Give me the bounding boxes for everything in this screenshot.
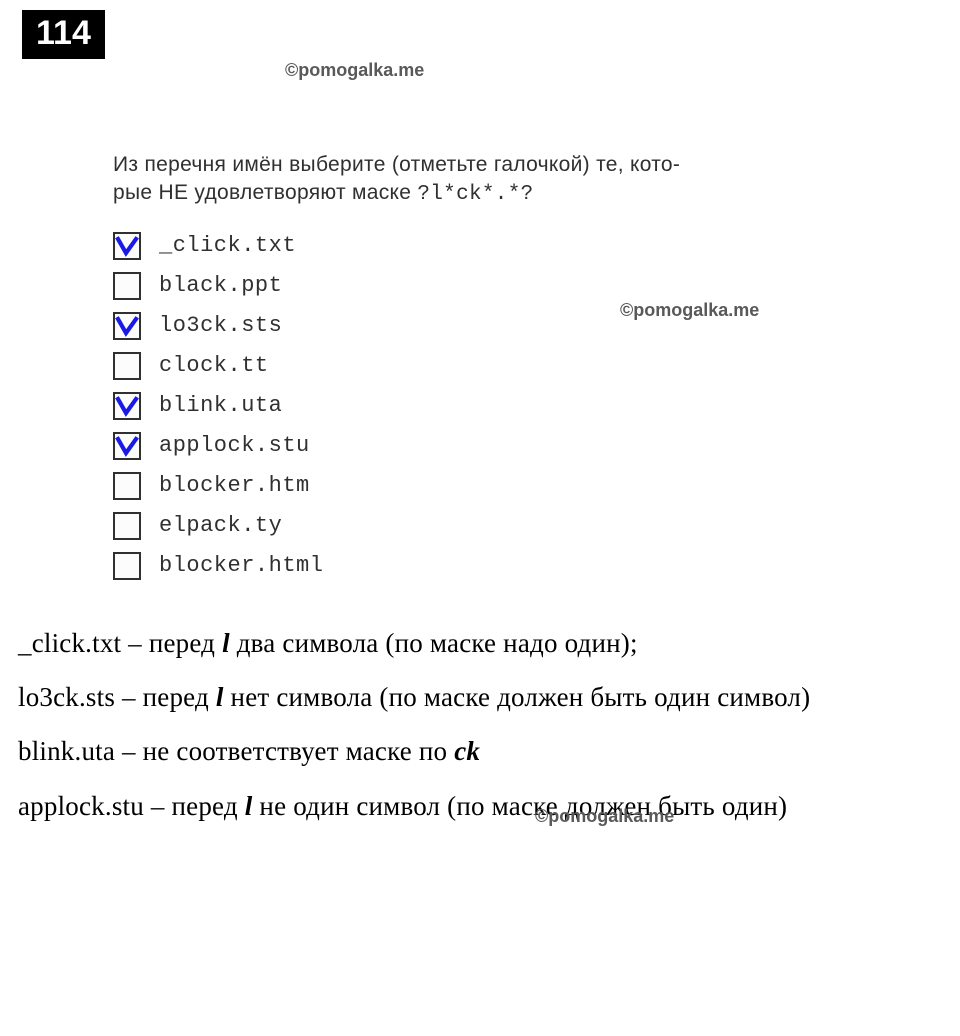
option-label: clock.tt <box>159 353 269 378</box>
explanation-prefix: lo3ck.sts – перед <box>18 682 216 712</box>
checkbox[interactable] <box>113 392 141 420</box>
explanation-prefix: applock.stu – перед <box>18 791 245 821</box>
checkmark-icon <box>115 314 139 338</box>
checkmark-icon <box>115 234 139 258</box>
option-row: _click.txt <box>113 232 713 260</box>
explanation-suffix: два символа (по маске надо один); <box>230 628 638 658</box>
mask-code: ?l*ck*.*? <box>417 183 533 206</box>
explanations-block: _click.txt – перед l два символа (по мас… <box>18 624 942 825</box>
explanation-line: blink.uta – не соответствует маске по ck <box>18 732 942 770</box>
explanation-prefix: blink.uta – не соответствует маске по <box>18 736 454 766</box>
explanation-suffix: нет символа (по маске должен быть один с… <box>224 682 811 712</box>
option-row: black.ppt <box>113 272 713 300</box>
option-row: applock.stu <box>113 432 713 460</box>
watermark-mid: ©pomogalka.me <box>620 300 759 321</box>
option-row: clock.tt <box>113 352 713 380</box>
page: 114 ©pomogalka.me ©pomogalka.me ©pomogal… <box>0 0 960 1036</box>
explanation-line: lo3ck.sts – перед l нет символа (по маск… <box>18 678 942 716</box>
question-block: Из перечня имён выберите (отметьте галоч… <box>113 151 713 580</box>
question-text: Из перечня имён выберите (отметьте галоч… <box>113 151 713 210</box>
explanation-emphasis: ck <box>454 736 480 766</box>
option-label: black.ppt <box>159 273 282 298</box>
checkmark-icon <box>115 434 139 458</box>
option-label: blocker.html <box>159 553 323 578</box>
checkbox[interactable] <box>113 432 141 460</box>
checkbox[interactable] <box>113 272 141 300</box>
explanation-emphasis: l <box>216 682 224 712</box>
option-label: elpack.ty <box>159 513 282 538</box>
option-row: blink.uta <box>113 392 713 420</box>
options-list: _click.txt black.ppt lo3ck.sts clock.tt blin… <box>113 232 713 580</box>
explanation-prefix: _click.txt – перед <box>18 628 222 658</box>
checkmark-icon <box>115 394 139 418</box>
option-label: lo3ck.sts <box>159 313 282 338</box>
option-label: blink.uta <box>159 393 282 418</box>
option-row: blocker.html <box>113 552 713 580</box>
watermark-bottom: ©pomogalka.me <box>535 806 674 827</box>
question-line-2-prefix: рые НЕ удовлетворяют маске <box>113 181 417 204</box>
watermark-top: ©pomogalka.me <box>285 60 424 81</box>
explanation-line: _click.txt – перед l два символа (по мас… <box>18 624 942 662</box>
option-label: _click.txt <box>159 233 296 258</box>
option-label: applock.stu <box>159 433 310 458</box>
option-label: blocker.htm <box>159 473 310 498</box>
checkbox[interactable] <box>113 352 141 380</box>
option-row: blocker.htm <box>113 472 713 500</box>
explanation-suffix: не один символ (по маске должен быть оди… <box>252 791 787 821</box>
checkbox[interactable] <box>113 552 141 580</box>
explanation-line: applock.stu – перед l не один символ (по… <box>18 787 942 825</box>
question-line-1: Из перечня имён выберите (отметьте галоч… <box>113 153 680 176</box>
checkbox[interactable] <box>113 312 141 340</box>
task-number-badge: 114 <box>22 10 105 59</box>
checkbox[interactable] <box>113 232 141 260</box>
option-row: elpack.ty <box>113 512 713 540</box>
checkbox[interactable] <box>113 512 141 540</box>
checkbox[interactable] <box>113 472 141 500</box>
explanation-emphasis: l <box>222 628 230 658</box>
